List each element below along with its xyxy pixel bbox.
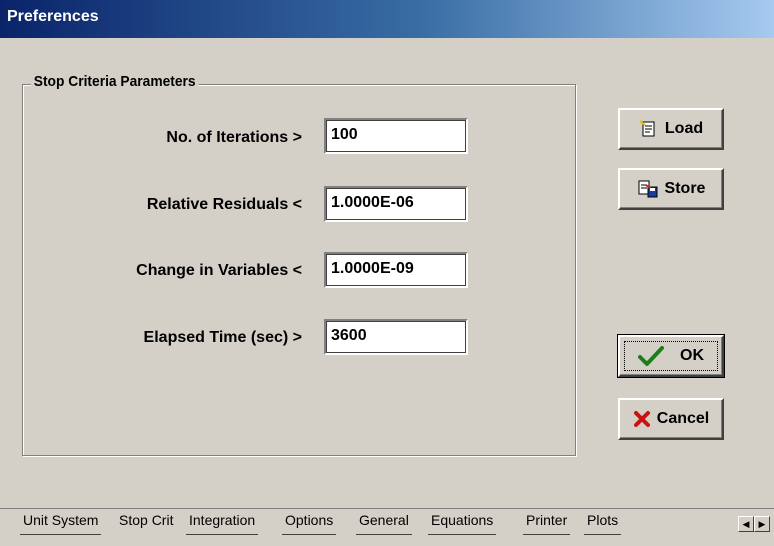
- relative-residuals-label: Relative Residuals <: [146, 196, 302, 213]
- tab-equations[interactable]: Equations: [428, 512, 497, 535]
- check-icon: [638, 346, 664, 366]
- tab-unit-system[interactable]: Unit System: [20, 512, 102, 535]
- iterations-label: No. of Iterations >: [166, 129, 302, 146]
- preferences-window: Preferences Stop Criteria Parameters No.…: [0, 0, 774, 546]
- change-in-variables-field[interactable]: 1.0000E-09: [324, 252, 468, 288]
- relative-residuals-field[interactable]: 1.0000E-06: [324, 186, 468, 222]
- store-button[interactable]: Store: [618, 168, 724, 210]
- tab-scroll-left-icon[interactable]: ◀: [738, 516, 754, 532]
- tab-scroll-buttons: ◀ ▶: [738, 516, 774, 532]
- window-title: Preferences: [7, 8, 99, 25]
- group-title: Stop Criteria Parameters: [31, 73, 199, 90]
- tab-printer[interactable]: Printer: [523, 512, 571, 535]
- ok-button-label: OK: [680, 347, 704, 364]
- tab-integration[interactable]: Integration: [186, 512, 259, 535]
- elapsed-time-label: Elapsed Time (sec) >: [143, 329, 302, 346]
- cancel-button[interactable]: Cancel: [618, 398, 724, 440]
- elapsed-time-field[interactable]: 3600: [324, 319, 468, 355]
- store-button-label: Store: [664, 180, 706, 197]
- cancel-button-label: Cancel: [656, 410, 710, 427]
- tab-options[interactable]: Options: [282, 512, 337, 535]
- tab-plots[interactable]: Plots: [584, 512, 622, 535]
- iterations-field[interactable]: 100: [324, 118, 468, 154]
- change-in-variables-label: Change in Variables <: [136, 262, 302, 279]
- title-bar: Preferences: [0, 0, 774, 38]
- store-icon: [638, 180, 658, 198]
- ok-button[interactable]: OK: [617, 334, 725, 378]
- tab-scroll-right-icon[interactable]: ▶: [754, 516, 770, 532]
- tab-strip-line: [0, 508, 774, 509]
- load-button-label: Load: [664, 120, 704, 137]
- tab-general[interactable]: General: [356, 512, 412, 535]
- x-icon: [633, 411, 650, 427]
- load-icon: [639, 120, 655, 137]
- tab-stop-crit[interactable]: Stop Crit: [116, 512, 176, 534]
- load-button[interactable]: Load: [618, 108, 724, 150]
